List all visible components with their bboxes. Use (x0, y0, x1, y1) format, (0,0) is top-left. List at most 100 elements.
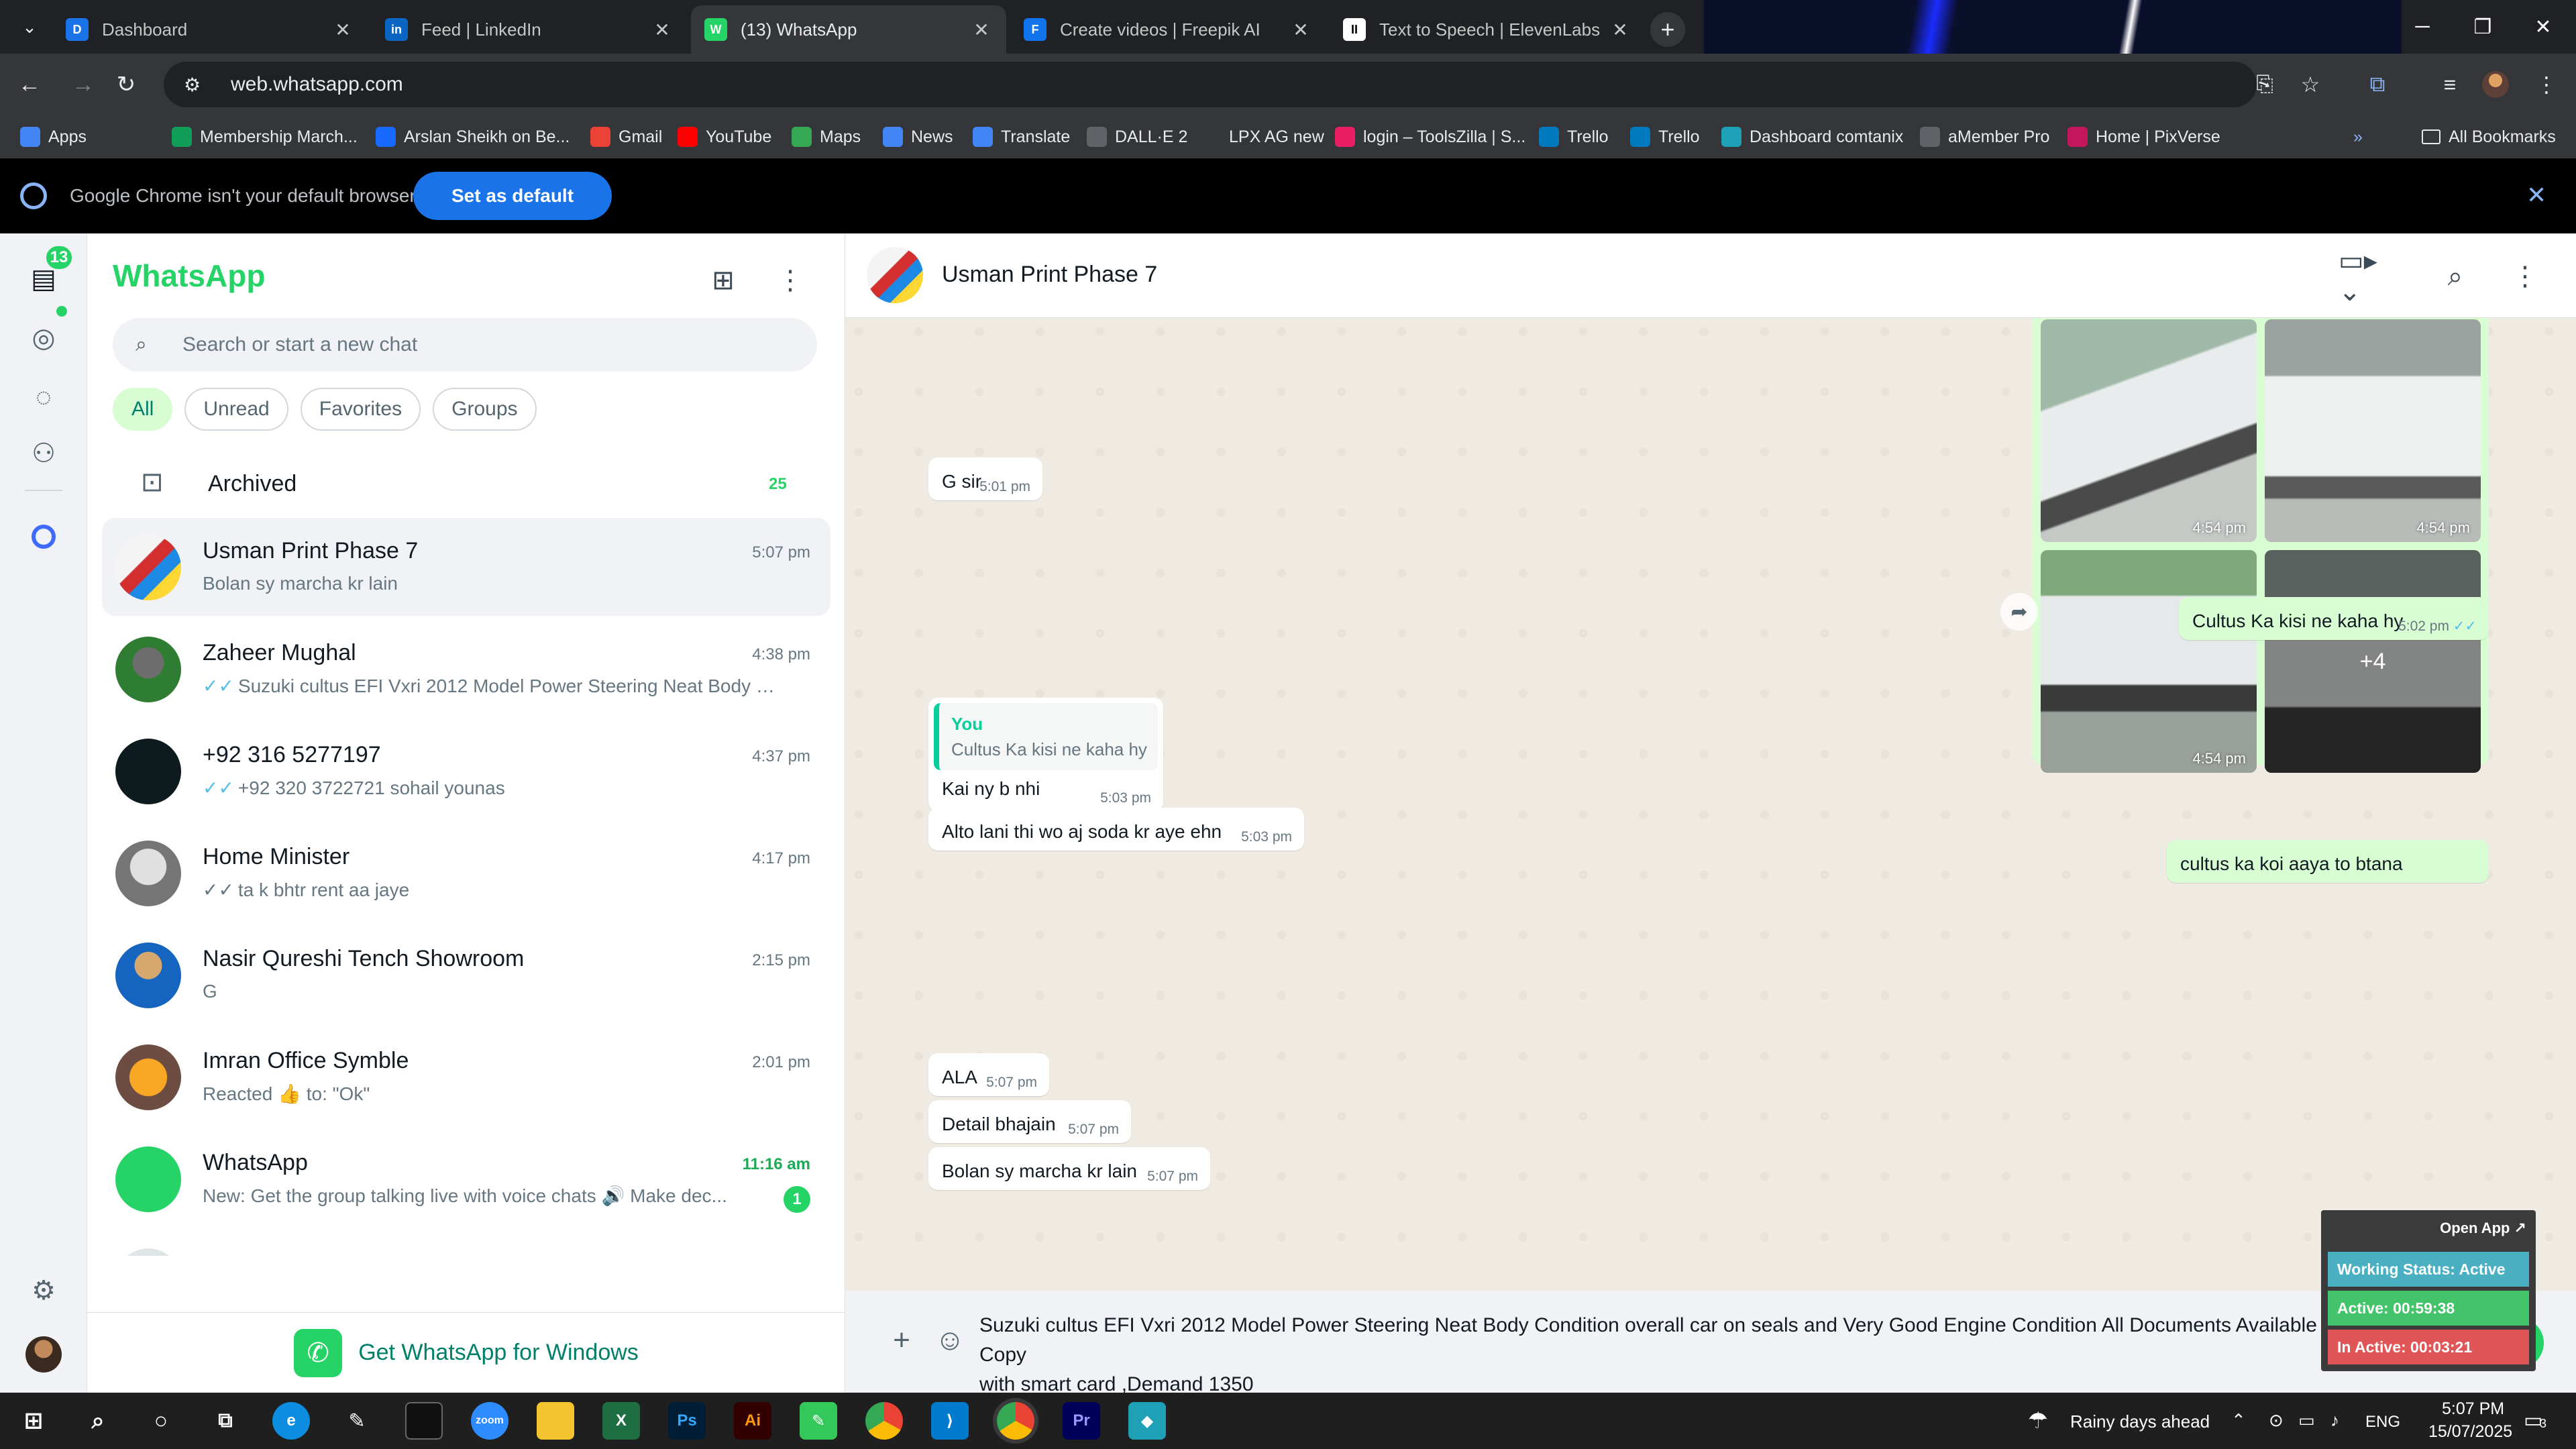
message-input[interactable]: Suzuki cultus EFI Vxri 2012 Model Power … (979, 1297, 2442, 1395)
bookmark-item[interactable]: Trello (1630, 125, 1700, 149)
clock-date[interactable]: 15/07/2025 (2428, 1422, 2512, 1442)
quoted-reply[interactable]: You Cultus Ka kisi ne kaha hy (934, 703, 1158, 770)
reload-icon[interactable]: ↻ (107, 66, 145, 103)
incoming-message[interactable]: You Cultus Ka kisi ne kaha hy Kai ny b nhi… (928, 698, 1163, 812)
new-chat-icon[interactable]: ⊞ (704, 262, 742, 299)
bookmark-item[interactable]: login – ToolsZilla | S... (1335, 125, 1525, 149)
zoom-icon[interactable]: zoom (471, 1402, 508, 1440)
bookmark-item[interactable]: LPX AG new (1201, 125, 1324, 149)
chat-list-item[interactable]: Usman Print Phase 7 5:07 pm Bolan sy march… (102, 518, 830, 616)
profile-avatar[interactable] (25, 1336, 62, 1373)
network-icon[interactable]: ▭ (2298, 1410, 2315, 1431)
filter-chip-unread[interactable]: Unread (184, 388, 288, 431)
sticker-emoji-icon[interactable]: ☺ (928, 1319, 971, 1362)
chrome-menu-icon[interactable]: ⋮ (2530, 68, 2563, 101)
photoshop-icon[interactable]: Ps (668, 1402, 706, 1440)
reading-list-icon[interactable]: ≡ (2434, 68, 2466, 101)
chrome-icon[interactable] (865, 1402, 903, 1440)
bookmark-item[interactable]: News (883, 125, 953, 149)
filter-chip-favorites[interactable]: Favorites (300, 388, 421, 431)
tab-close-icon[interactable]: ✕ (331, 19, 354, 41)
site-info-icon[interactable]: ⚙ (184, 74, 211, 96)
bookmark-item[interactable]: DALL·E 2 (1087, 125, 1187, 149)
browser-tab[interactable]: II Text to Speech | ElevenLabs ✕ (1330, 5, 1645, 54)
archived-row[interactable]: ⊡ Archived 25 (87, 448, 845, 515)
task-view-icon[interactable]: ⧉ (207, 1402, 244, 1440)
file-explorer-icon[interactable] (537, 1402, 574, 1440)
tab-close-icon[interactable]: ✕ (1609, 19, 1631, 41)
search-input[interactable]: ⌕ Search or start a new chat (113, 318, 817, 372)
all-bookmarks-button[interactable]: All Bookmarks (2422, 125, 2556, 149)
pen-icon[interactable]: ✎ (338, 1402, 376, 1440)
outgoing-message[interactable]: Cultus Ka kisi ne kaha hy 5:02 pm ✓✓ (2179, 597, 2489, 640)
meta-ai-icon[interactable] (25, 518, 62, 555)
car-photo[interactable]: 4:54 pm (2265, 319, 2481, 542)
incoming-message[interactable]: Alto lani thi wo aj soda kr aye ehn 5:03 … (928, 808, 1304, 851)
bookmark-item[interactable]: Arslan Sheikh on Be... (376, 125, 570, 149)
bookmark-item[interactable]: Membership March... (172, 125, 358, 149)
browser-tab[interactable]: F Create videos | Freepik AI ✕ (1010, 5, 1326, 54)
taskbar-search-icon[interactable]: ⌕ (79, 1402, 117, 1440)
settings-gear-icon[interactable]: ⚙ (25, 1272, 62, 1309)
chat-search-icon[interactable]: ⌕ (2435, 256, 2475, 297)
premiere-icon[interactable]: Pr (1063, 1402, 1100, 1440)
chat-menu-icon[interactable]: ⋮ (2505, 256, 2545, 297)
bookmark-item[interactable]: Translate (973, 125, 1070, 149)
chrome-active-icon[interactable] (997, 1402, 1034, 1440)
browser-tab[interactable]: W (13) WhatsApp ✕ (691, 5, 1006, 54)
start-icon[interactable]: ⊞ (15, 1402, 52, 1440)
forward-icon[interactable]: → (64, 66, 102, 103)
edge-icon[interactable]: e (272, 1402, 310, 1440)
car-photo[interactable]: 4:54 pm (2041, 319, 2257, 542)
chat-list-item[interactable]: Nasir Qureshi Tench Showroom 2:15 pm G (102, 926, 830, 1024)
get-whatsapp-windows-banner[interactable]: ✆ Get WhatsApp for Windows (87, 1312, 845, 1393)
extensions-icon[interactable]: ⧉ (2361, 68, 2394, 101)
incoming-message[interactable]: Bolan sy marcha kr lain 5:07 pm (928, 1147, 1210, 1190)
address-bar[interactable]: ⚙ web.whatsapp.com (164, 62, 2257, 107)
chat-list-item[interactable]: Home Minister 4:17 pm ✓✓ ta k bhtr rent aa … (102, 824, 830, 922)
browser-tab[interactable]: D Dashboard ✕ (52, 5, 368, 54)
profile-avatar-icon[interactable] (2479, 68, 2512, 101)
new-tab-button[interactable]: + (1650, 12, 1685, 47)
bookmark-item[interactable]: Apps (20, 125, 87, 149)
blue-app-icon[interactable]: ◆ (1128, 1402, 1166, 1440)
open-app-link[interactable]: Open App ↗ (2440, 1220, 2526, 1237)
bookmark-star-icon[interactable]: ☆ (2294, 68, 2326, 101)
bookmark-item[interactable]: Trello (1539, 125, 1609, 149)
filter-chip-all[interactable]: All (113, 388, 173, 431)
status-icon[interactable]: ◎ (25, 319, 62, 357)
weather-text[interactable]: Rainy days ahead (2070, 1411, 2210, 1432)
volume-icon[interactable]: ♪ (2330, 1410, 2339, 1431)
communities-icon[interactable]: ⚇ (25, 435, 62, 472)
restore-icon[interactable]: ❐ (2453, 0, 2513, 54)
tab-close-icon[interactable]: ✕ (970, 19, 993, 41)
incoming-message[interactable]: ALA 5:07 pm (928, 1053, 1049, 1096)
infobar-close-icon[interactable]: ✕ (2526, 181, 2546, 209)
bookmark-item[interactable]: aMember Pro (1920, 125, 2049, 149)
conversation-header[interactable]: Usman Print Phase 7 ▭▸ ⌄ ⌕ ⋮ (845, 233, 2576, 318)
sidebar-menu-icon[interactable]: ⋮ (771, 262, 809, 299)
attach-plus-icon[interactable]: + (880, 1319, 923, 1362)
cortana-icon[interactable]: ○ (142, 1402, 180, 1440)
language-indicator[interactable]: ENG (2365, 1413, 2400, 1432)
car-photo-more[interactable]: +4 (2265, 550, 2481, 773)
minimize-icon[interactable]: ─ (2392, 0, 2453, 54)
photo-album[interactable]: 4:54 pm 4:54 pm 4:54 pm +4 (2033, 318, 2489, 773)
bookmark-item[interactable]: Gmail (590, 125, 662, 149)
chat-list-item[interactable]: Imran Office Symble 2:01 pm Reacted 👍 to: … (102, 1028, 830, 1126)
video-call-icon[interactable]: ▭▸ ⌄ (2339, 246, 2406, 307)
channels-icon[interactable]: ◌ (25, 378, 62, 416)
clock-time[interactable]: 5:07 PM (2442, 1399, 2504, 1419)
filter-chip-groups[interactable]: Groups (433, 388, 537, 431)
incoming-message[interactable]: G sir 5:01 pm (928, 458, 1042, 500)
chat-list-item[interactable]: +92 332 5554130YesterdayNikal k (102, 1232, 830, 1256)
incoming-message[interactable]: Detail bhajain 5:07 pm (928, 1100, 1131, 1143)
tab-close-icon[interactable]: ✕ (651, 19, 674, 41)
set-as-default-button[interactable]: Set as default (413, 172, 612, 220)
bookmark-item[interactable]: Maps (792, 125, 861, 149)
tab-search-dropdown-icon[interactable]: ⌄ (11, 8, 48, 46)
chat-list-item[interactable]: Zaheer Mughal 4:38 pm ✓✓ Suzuki cultus EFI … (102, 620, 830, 718)
car-photo[interactable]: 4:54 pm (2041, 550, 2257, 773)
green-app-icon[interactable]: ✎ (800, 1402, 837, 1440)
bookmark-item[interactable]: YouTube (678, 125, 771, 149)
